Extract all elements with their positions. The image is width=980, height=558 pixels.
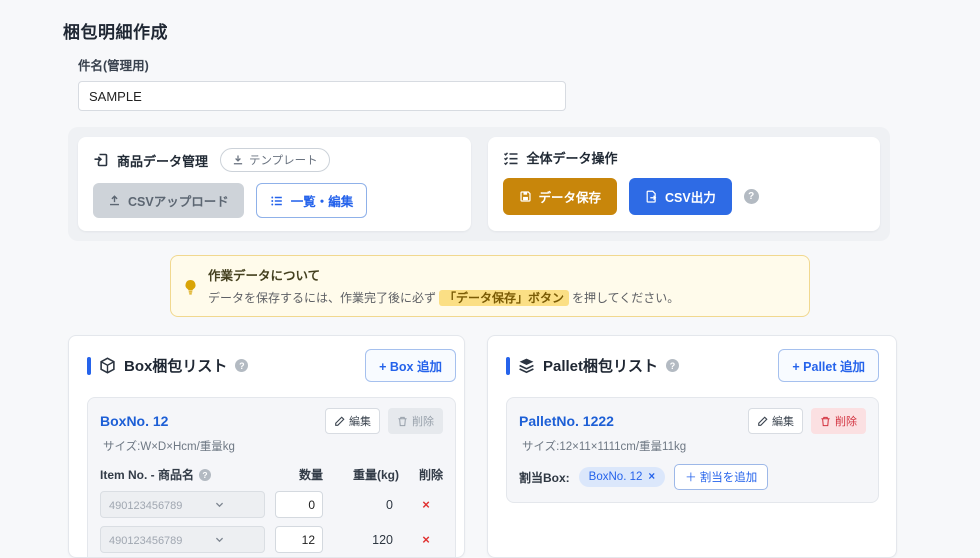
- item-select-value: 4901234567892 - 商品C: [109, 534, 183, 547]
- pallet-delete-label: 削除: [835, 416, 857, 428]
- page-title: 梱包明細作成: [63, 23, 168, 42]
- subject-block: 件名(管理用): [78, 55, 980, 111]
- global-data-panel: 全体データ操作 データ保存 CSV出力 ?: [487, 137, 880, 231]
- pallet-list-help-icon[interactable]: ?: [666, 359, 680, 372]
- item-row: 4901234567891 - 商品B 0 ×: [100, 491, 443, 518]
- box-import-icon: [93, 152, 109, 168]
- save-icon: [519, 190, 532, 203]
- data-save-label: データ保存: [538, 191, 602, 205]
- row-weight: 0: [386, 497, 393, 512]
- notice-text-after: を押してください。: [572, 291, 680, 305]
- pallet-card: PalletNo. 1222 編集 削除 サイズ:12×11×1111cm/重量…: [506, 397, 879, 503]
- row-delete-icon[interactable]: ×: [409, 497, 443, 512]
- box-list-help-icon[interactable]: ?: [235, 359, 249, 372]
- chevron-down-icon: [183, 534, 257, 545]
- box-delete-label: 削除: [412, 416, 434, 428]
- export-help-icon[interactable]: ?: [743, 189, 759, 204]
- item-row: 4901234567892 - 商品C 120 ×: [100, 526, 443, 553]
- box-item-table: Item No. - 商品名 ? 数量 重量(kg) 削除 4901234567…: [100, 466, 443, 557]
- pallet-list-panel: Pallet梱包リスト ? + Pallet 追加 PalletNo. 1222…: [487, 335, 897, 558]
- box-list-panel: Box梱包リスト ? + Box 追加 BoxNo. 12 編集 削除 サイズ:…: [68, 335, 465, 558]
- box-list-title: Box梱包リスト: [124, 358, 228, 375]
- csv-export-button[interactable]: CSV出力: [629, 178, 732, 215]
- csv-export-label: CSV出力: [665, 191, 716, 205]
- subject-label: 件名(管理用): [78, 59, 149, 73]
- notice-highlight: 「データ保存」ボタン: [439, 290, 570, 306]
- box-size: サイズ:W×D×Hcm/重量kg: [103, 441, 235, 453]
- qty-input[interactable]: [275, 491, 323, 518]
- assigned-box-chip: BoxNo. 12 ×: [578, 467, 666, 487]
- pallet-delete-button[interactable]: 削除: [811, 408, 866, 434]
- chevron-down-icon: [183, 499, 257, 510]
- pallet-edit-label: 編集: [772, 416, 794, 428]
- add-pallet-button[interactable]: + Pallet 追加: [778, 349, 879, 382]
- row-delete-icon[interactable]: ×: [409, 532, 443, 547]
- template-button[interactable]: テンプレート: [220, 148, 330, 172]
- assign-box-label: 割当Box:: [519, 470, 570, 485]
- global-panel-title: 全体データ操作: [526, 151, 618, 166]
- pencil-icon: [757, 415, 768, 427]
- row-weight: 120: [372, 532, 393, 547]
- cube-icon: [99, 357, 116, 374]
- accent-bar: [87, 356, 91, 375]
- subject-input[interactable]: [78, 81, 566, 111]
- notice-title: 作業データについて: [208, 269, 321, 283]
- notice-text-before: データを保存するには、作業完了後に必ず: [208, 291, 437, 305]
- delete-col-header: 削除: [418, 468, 443, 482]
- item-select[interactable]: 4901234567892 - 商品C: [100, 526, 265, 553]
- packing-detail-page: 梱包明細作成 件名(管理用) 商品データ管理 テンプレート: [0, 0, 980, 558]
- add-box-button[interactable]: + Box 追加: [365, 349, 456, 382]
- pallet-number: PalletNo. 1222: [519, 413, 614, 429]
- trash-icon: [397, 416, 408, 427]
- pallet-list-title: Pallet梱包リスト: [543, 358, 659, 375]
- data-save-button[interactable]: データ保存: [502, 178, 618, 215]
- accent-bar: [506, 356, 510, 375]
- qty-input[interactable]: [275, 526, 323, 553]
- list-edit-label: 一覧・編集: [290, 195, 354, 209]
- box-card: BoxNo. 12 編集 削除 サイズ:W×D×Hcm/重量kg Item No…: [87, 397, 456, 557]
- csv-upload-button[interactable]: CSVアップロード: [93, 183, 244, 218]
- layers-icon: [518, 357, 535, 374]
- item-col-header: Item No. - 商品名: [100, 468, 195, 482]
- list-icon: [270, 194, 284, 208]
- assigned-box-chip-label: BoxNo. 12: [588, 471, 643, 483]
- box-delete-button[interactable]: 削除: [388, 408, 443, 434]
- trash-icon: [820, 416, 831, 427]
- item-select[interactable]: 4901234567891 - 商品B: [100, 491, 265, 518]
- item-select-value: 4901234567891 - 商品B: [109, 499, 183, 512]
- weight-col-header: 重量(kg): [353, 468, 399, 482]
- add-assignment-button[interactable]: ＋ 割当を追加: [674, 464, 769, 490]
- notice-text: データを保存するには、作業完了後に必ず 「データ保存」ボタン を押してください。: [208, 289, 795, 306]
- template-button-label: テンプレート: [249, 155, 318, 167]
- packing-lists: Box梱包リスト ? + Box 追加 BoxNo. 12 編集 削除 サイズ:…: [68, 335, 980, 558]
- product-panel-title: 商品データ管理: [117, 153, 209, 169]
- file-export-icon: [645, 190, 658, 203]
- chip-remove-icon[interactable]: ×: [648, 471, 655, 483]
- box-edit-button[interactable]: 編集: [325, 408, 380, 434]
- pencil-icon: [334, 415, 345, 427]
- list-task-icon: [503, 150, 519, 166]
- item-help-icon[interactable]: ?: [199, 468, 212, 481]
- pallet-size: サイズ:12×11×1111cm/重量11kg: [522, 441, 687, 453]
- qty-col-header: 数量: [298, 468, 323, 482]
- work-data-notice: 作業データについて データを保存するには、作業完了後に必ず 「データ保存」ボタンを…: [170, 255, 810, 317]
- product-data-panel: 商品データ管理 テンプレート CSVアップロード 一覧・編集: [78, 137, 471, 231]
- pallet-edit-button[interactable]: 編集: [748, 408, 803, 434]
- lightbulb-icon: [183, 268, 198, 306]
- csv-upload-label: CSVアップロード: [128, 195, 229, 209]
- upload-icon: [108, 194, 121, 207]
- list-edit-button[interactable]: 一覧・編集: [255, 183, 368, 218]
- tools-container: 商品データ管理 テンプレート CSVアップロード 一覧・編集 全体データ操作 デ…: [68, 127, 890, 241]
- download-icon: [232, 154, 244, 166]
- box-number: BoxNo. 12: [100, 413, 169, 429]
- box-edit-label: 編集: [349, 416, 371, 428]
- assign-box-row: 割当Box: BoxNo. 12 × ＋ 割当を追加: [519, 464, 866, 490]
